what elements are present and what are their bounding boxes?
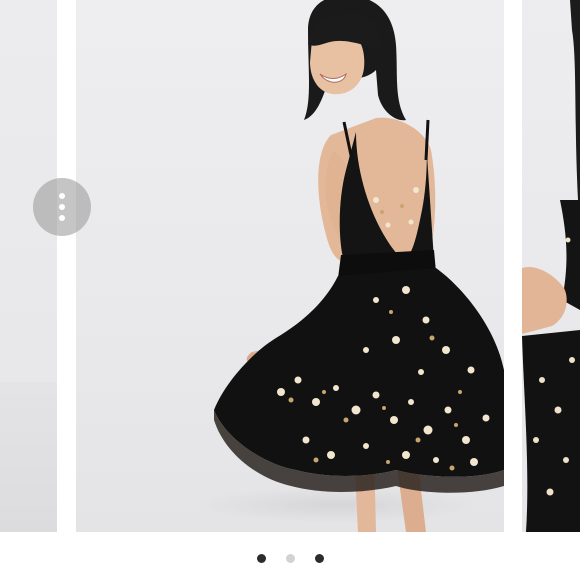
image-carousel[interactable] (0, 0, 580, 532)
previous-slide[interactable] (0, 0, 57, 532)
page-dot-1[interactable] (256, 553, 266, 563)
studio-floor (0, 382, 57, 532)
next-slide[interactable] (522, 0, 580, 532)
product-photo (196, 0, 504, 532)
page-dot-3[interactable] (314, 553, 324, 563)
more-vertical-icon (59, 193, 65, 221)
page-dot-2[interactable] (285, 553, 295, 563)
carousel-pagination (0, 548, 580, 568)
next-product-photo (522, 0, 580, 532)
more-options-button[interactable] (33, 178, 91, 236)
current-slide[interactable] (76, 0, 504, 532)
